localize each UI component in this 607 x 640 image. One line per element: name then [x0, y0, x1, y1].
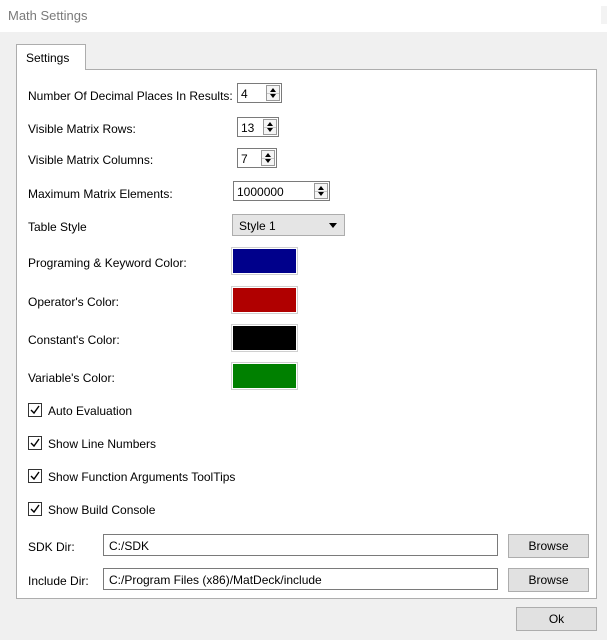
show-build-console-label: Show Build Console [48, 503, 156, 517]
check-icon [30, 405, 40, 415]
spin-down-icon[interactable] [270, 94, 276, 98]
spin-up-icon[interactable] [267, 122, 273, 126]
spin-buttons[interactable] [314, 183, 328, 199]
check-icon [30, 438, 40, 448]
matrix-columns-value: 7 [241, 152, 248, 166]
spin-up-icon[interactable] [318, 186, 324, 190]
decimal-places-label: Number Of Decimal Places In Results: [28, 89, 233, 103]
ok-button[interactable]: Ok [516, 607, 597, 631]
max-elements-value: 1000000 [237, 185, 284, 199]
show-line-numbers-checkbox[interactable] [28, 436, 42, 450]
max-elements-spinbox[interactable]: 1000000 [233, 181, 330, 201]
auto-evaluation-label: Auto Evaluation [48, 404, 133, 418]
variable-color-label: Variable's Color: [28, 371, 115, 385]
tab-settings[interactable]: Settings [16, 44, 86, 70]
include-dir-value: C:/Program Files (x86)/MatDeck/include [109, 573, 322, 587]
decimal-places-spinbox[interactable]: 4 [237, 83, 282, 103]
show-tooltips-checkbox[interactable] [28, 469, 42, 483]
spin-down-icon[interactable] [265, 159, 271, 163]
include-browse-button[interactable]: Browse [508, 568, 589, 592]
sdk-dir-value: C:/SDK [109, 539, 150, 553]
spin-down-icon[interactable] [267, 128, 273, 132]
table-style-label: Table Style [28, 220, 87, 234]
constant-color-swatch[interactable] [231, 324, 298, 352]
sdk-browse-button[interactable]: Browse [508, 534, 589, 558]
matrix-columns-spinbox[interactable]: 7 [237, 148, 277, 168]
title-bar: Math Settings [0, 0, 607, 32]
spin-buttons[interactable] [263, 119, 277, 135]
check-icon [30, 504, 40, 514]
sdk-dir-label: SDK Dir: [28, 540, 75, 554]
matrix-columns-label: Visible Matrix Columns: [28, 153, 154, 167]
keyword-color-swatch[interactable] [231, 247, 298, 275]
include-dir-label: Include Dir: [28, 574, 89, 588]
variable-color-swatch[interactable] [231, 362, 298, 390]
spin-buttons[interactable] [261, 150, 275, 166]
sdk-dir-input[interactable]: C:/SDK [103, 534, 498, 556]
auto-evaluation-checkbox[interactable] [28, 403, 42, 417]
close-icon[interactable] [601, 6, 607, 24]
max-elements-label: Maximum Matrix Elements: [28, 187, 173, 201]
spin-buttons[interactable] [266, 85, 280, 101]
include-dir-input[interactable]: C:/Program Files (x86)/MatDeck/include [103, 568, 498, 590]
spin-up-icon[interactable] [265, 153, 271, 157]
show-tooltips-label: Show Function Arguments ToolTips [48, 470, 236, 484]
spin-up-icon[interactable] [270, 88, 276, 92]
operator-color-label: Operator's Color: [28, 295, 119, 309]
show-line-numbers-label: Show Line Numbers [48, 437, 157, 451]
spin-down-icon[interactable] [318, 192, 324, 196]
constant-color-label: Constant's Color: [28, 333, 120, 347]
matrix-rows-label: Visible Matrix Rows: [28, 122, 136, 136]
keyword-color-label: Programing & Keyword Color: [28, 256, 187, 270]
table-style-value: Style 1 [239, 219, 276, 233]
show-build-console-checkbox[interactable] [28, 502, 42, 516]
table-style-dropdown[interactable]: Style 1 [232, 214, 345, 236]
chevron-down-icon [329, 223, 337, 228]
matrix-rows-value: 13 [241, 121, 255, 135]
decimal-places-value: 4 [241, 87, 248, 101]
check-icon [30, 471, 40, 481]
matrix-rows-spinbox[interactable]: 13 [237, 117, 279, 137]
window-title: Math Settings [8, 8, 88, 23]
operator-color-swatch[interactable] [231, 286, 298, 314]
